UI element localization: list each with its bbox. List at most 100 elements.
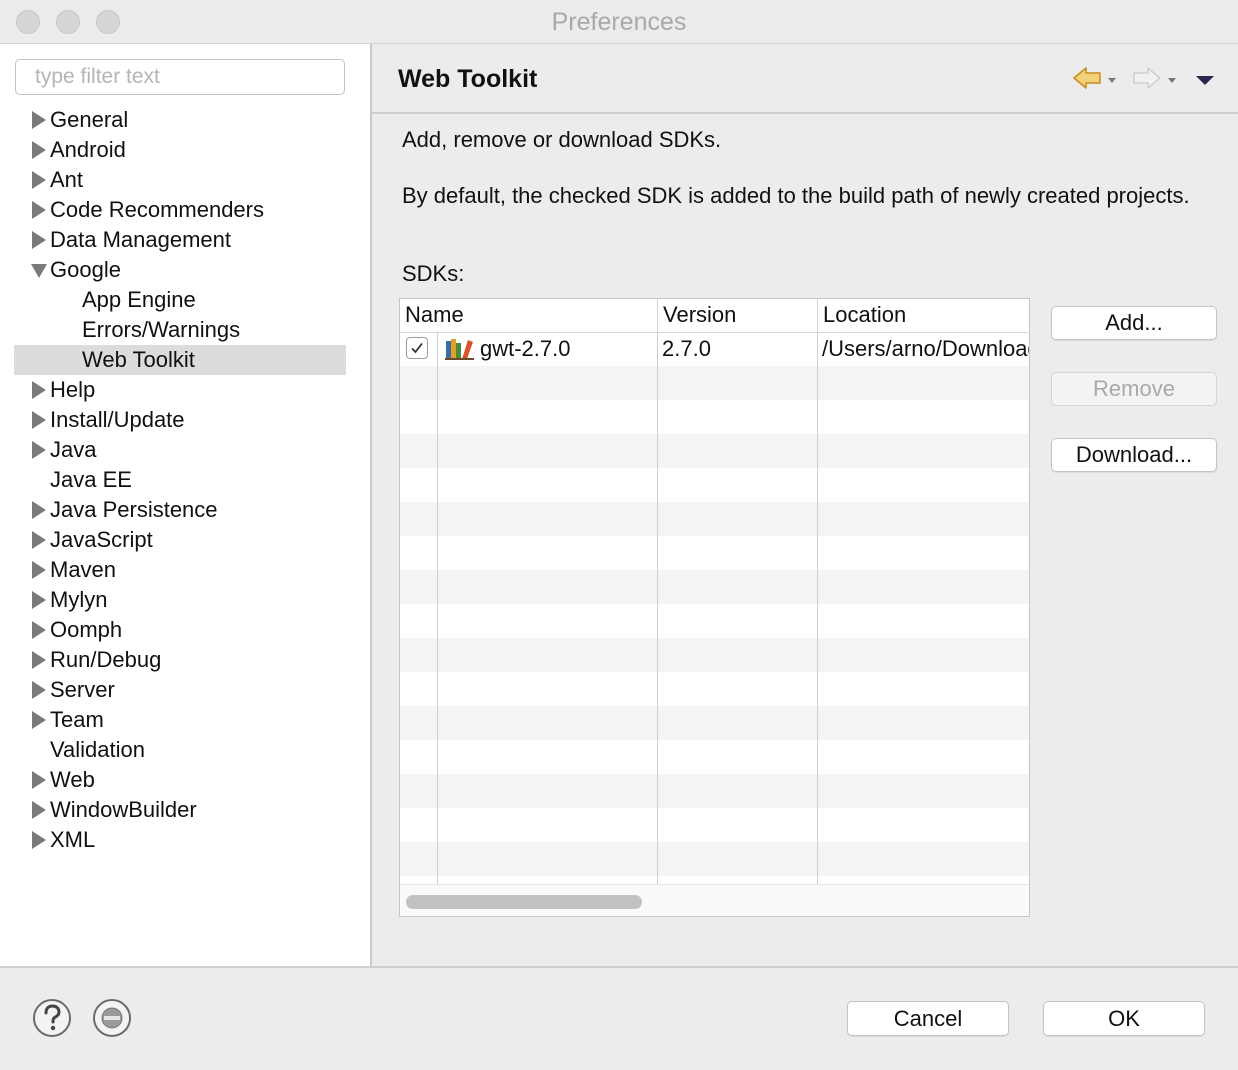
column-header-location[interactable]: Location — [817, 299, 1029, 332]
page-header: Web Toolkit — [372, 44, 1238, 114]
window-title: Preferences — [551, 8, 687, 36]
collapsed-triangle-icon[interactable] — [31, 135, 47, 165]
expanded-triangle-icon[interactable] — [31, 255, 47, 285]
collapsed-triangle-icon[interactable] — [31, 435, 47, 465]
page-description: Add, remove or download SDKs. — [402, 127, 722, 152]
dialog-button-bar: Cancel OK — [0, 966, 1238, 1070]
sdk-books-icon — [445, 337, 475, 366]
tree-item[interactable]: Team — [14, 705, 346, 735]
help-icon[interactable] — [32, 998, 72, 1038]
collapsed-triangle-icon[interactable] — [31, 825, 47, 855]
tree-item-label: Java EE — [50, 467, 132, 492]
title-bar: Preferences — [0, 0, 1238, 44]
tree-item[interactable]: Errors/Warnings — [14, 315, 346, 345]
tree-item-label: Mylyn — [50, 587, 108, 612]
page-note: By default, the checked SDK is added to … — [402, 183, 1190, 208]
tree-item[interactable]: General — [14, 105, 346, 135]
tree-item[interactable]: Server — [14, 675, 346, 705]
tree-item-label: Java — [50, 437, 97, 462]
tree-item[interactable]: JavaScript — [14, 525, 346, 555]
table-stripe — [400, 706, 1029, 740]
collapsed-triangle-icon[interactable] — [31, 645, 47, 675]
collapsed-triangle-icon[interactable] — [31, 675, 47, 705]
collapsed-triangle-icon[interactable] — [31, 405, 47, 435]
collapsed-triangle-icon[interactable] — [31, 555, 47, 585]
sdk-checkbox[interactable] — [406, 337, 428, 359]
cancel-button[interactable]: Cancel — [847, 1001, 1009, 1036]
column-header-version[interactable]: Version — [657, 299, 817, 332]
tree-item-label: Errors/Warnings — [82, 317, 241, 342]
ok-button[interactable]: OK — [1043, 1001, 1205, 1036]
column-header-name[interactable]: Name — [400, 299, 658, 332]
tree-item[interactable]: Help — [14, 375, 346, 405]
tree-item-label: Maven — [50, 557, 117, 582]
tree-item[interactable]: Java EE — [14, 465, 346, 495]
scrollbar-thumb[interactable] — [406, 895, 642, 909]
add-sdk-button[interactable]: Add... — [1051, 306, 1217, 340]
tree-item[interactable]: Validation — [14, 735, 346, 765]
sdk-name: gwt-2.7.0 — [480, 336, 571, 361]
back-arrow-icon[interactable] — [1072, 66, 1120, 94]
tree-item-label: Java Persistence — [50, 497, 218, 522]
collapsed-triangle-icon[interactable] — [31, 765, 47, 795]
collapsed-triangle-icon[interactable] — [31, 105, 47, 135]
tree-item[interactable]: App Engine — [14, 285, 346, 315]
tree-item[interactable]: Web Toolkit — [14, 345, 346, 375]
tree-item-label: Google — [50, 257, 121, 282]
tree-item[interactable]: Android — [14, 135, 346, 165]
collapsed-triangle-icon[interactable] — [31, 165, 47, 195]
horizontal-scrollbar[interactable] — [400, 884, 1029, 916]
collapsed-triangle-icon[interactable] — [31, 585, 47, 615]
tree-item[interactable]: XML — [14, 825, 346, 855]
tree-item-label: Oomph — [50, 617, 123, 642]
table-stripe — [400, 740, 1029, 774]
table-stripe — [400, 638, 1029, 672]
tree-item[interactable]: Maven — [14, 555, 346, 585]
page-content: Add, remove or download SDKs. By default… — [372, 114, 1238, 966]
collapsed-triangle-icon[interactable] — [31, 495, 47, 525]
tree-item[interactable]: WindowBuilder — [14, 795, 346, 825]
tree-item[interactable]: Java Persistence — [14, 495, 346, 525]
collapsed-triangle-icon[interactable] — [31, 705, 47, 735]
table-stripe — [400, 434, 1029, 468]
tree-item[interactable]: Oomph — [14, 615, 346, 645]
table-row[interactable]: gwt-2.7.0 2.7.0 /Users/arno/Downloads/gw… — [400, 332, 1029, 366]
table-body — [400, 332, 1029, 884]
tree-item[interactable]: Web — [14, 765, 346, 795]
tree-item[interactable]: Install/Update — [14, 405, 346, 435]
tree-item-label: Team — [50, 707, 104, 732]
tree-item[interactable]: Data Management — [14, 225, 346, 255]
sdks-label: SDKs: — [402, 261, 465, 286]
table-stripe — [400, 672, 1029, 706]
tree-item[interactable]: Google — [14, 255, 346, 285]
table-stripe — [400, 774, 1029, 808]
preference-tree: General Android Ant Code Recommenders Data M… — [14, 105, 346, 855]
tree-item-label: Android — [50, 137, 126, 162]
tree-item-label: Code Recommenders — [50, 197, 264, 222]
tree-item-label: Data Management — [50, 227, 231, 252]
table-stripe — [400, 400, 1029, 434]
remove-sdk-button[interactable]: Remove — [1051, 372, 1217, 406]
collapsed-triangle-icon[interactable] — [31, 615, 47, 645]
view-menu-icon[interactable] — [1194, 66, 1216, 94]
column-divider — [437, 332, 438, 884]
tree-item[interactable]: Code Recommenders — [14, 195, 346, 225]
tree-item[interactable]: Run/Debug — [14, 645, 346, 675]
sdk-table[interactable]: Name Version Location gwt-2.7.0 2.7.0 /U… — [399, 298, 1030, 917]
collapsed-triangle-icon[interactable] — [31, 795, 47, 825]
collapsed-triangle-icon[interactable] — [31, 195, 47, 225]
download-sdk-button[interactable]: Download... — [1051, 438, 1217, 472]
filter-input[interactable] — [15, 59, 345, 95]
tree-item[interactable]: Java — [14, 435, 346, 465]
tree-item-label: App Engine — [82, 287, 196, 312]
page-title: Web Toolkit — [398, 65, 538, 93]
collapsed-triangle-icon[interactable] — [31, 525, 47, 555]
import-export-icon[interactable] — [92, 998, 132, 1038]
tree-item[interactable]: Mylyn — [14, 585, 346, 615]
collapsed-triangle-icon[interactable] — [31, 225, 47, 255]
collapsed-triangle-icon[interactable] — [31, 375, 47, 405]
tree-item[interactable]: Ant — [14, 165, 346, 195]
tree-item-label: XML — [50, 827, 96, 852]
tree-item-label: Server — [50, 677, 115, 702]
forward-arrow-icon[interactable] — [1132, 66, 1180, 94]
